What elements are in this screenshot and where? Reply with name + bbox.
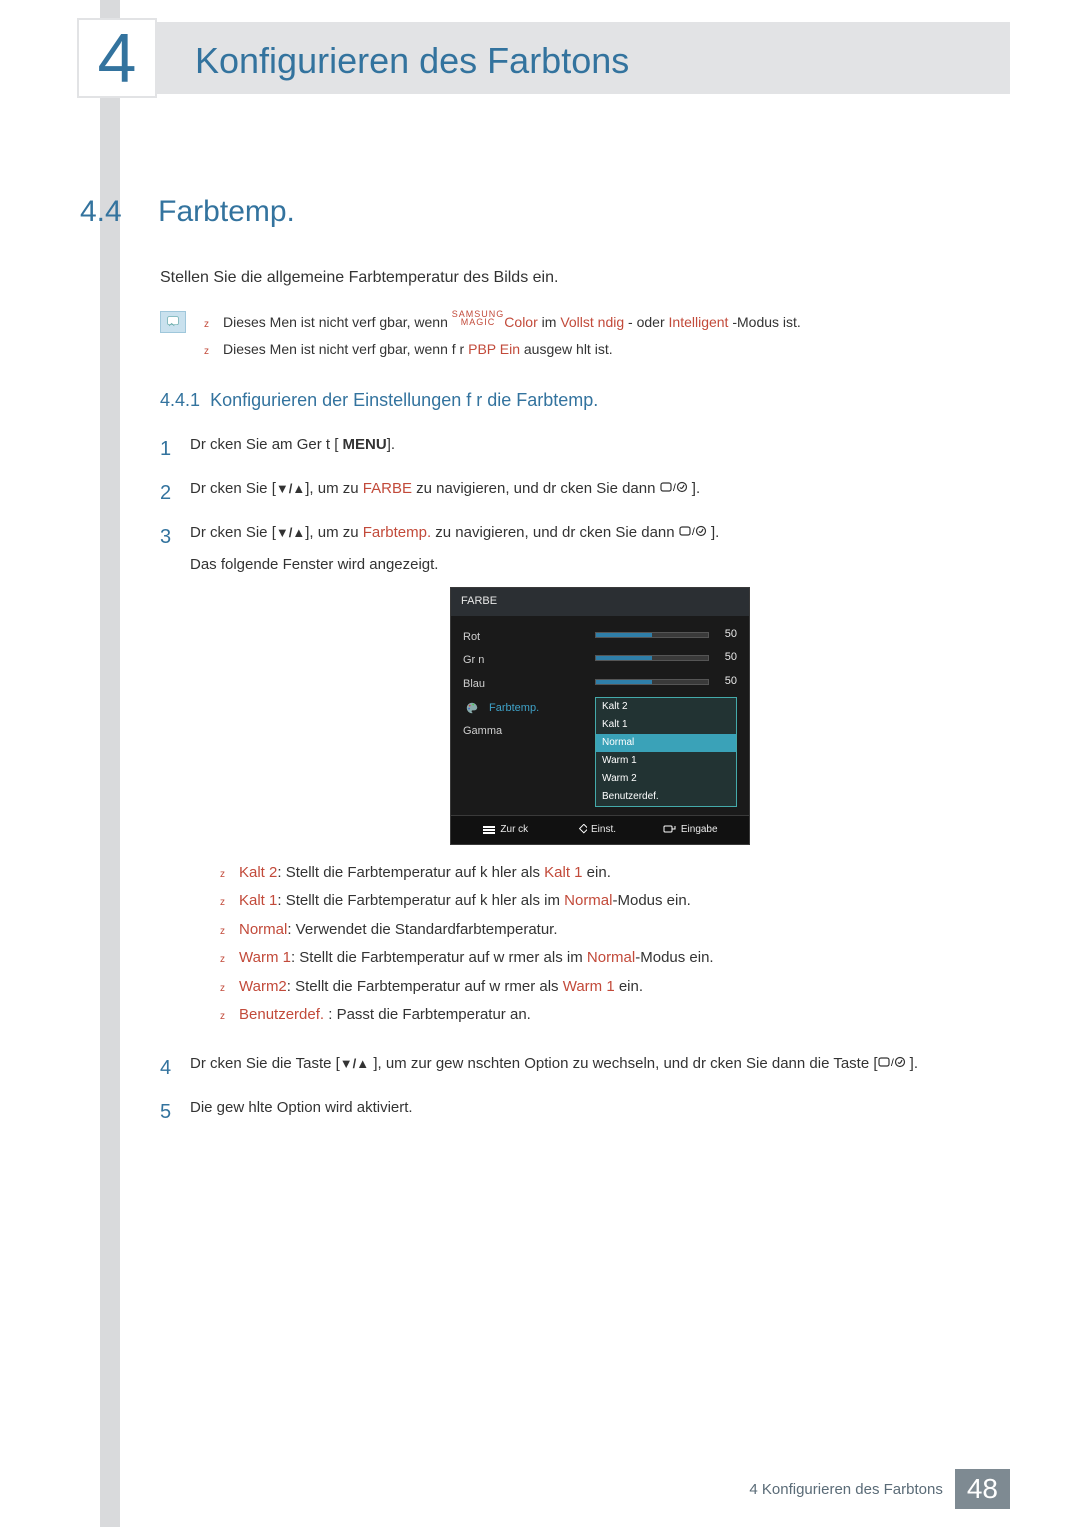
select-enter-icon: / — [878, 1055, 906, 1072]
step-1: 1 Dr cken Sie am Ger t [ MENU]. — [160, 433, 1010, 465]
chapter-number: 4 — [98, 18, 137, 98]
bullet-normal: zNormal: Verwendet die Standardfarbtempe… — [220, 916, 1010, 945]
footer-page-number: 48 — [955, 1469, 1010, 1509]
section-intro: Stellen Sie die allgemeine Farbtemperatu… — [160, 269, 1010, 287]
osd-item-grn: Gr n — [463, 649, 583, 673]
section-title: Farbtemp. — [158, 195, 295, 229]
down-up-icon: ▼/▲ — [276, 481, 305, 496]
step-3: 3 Dr cken Sie [▼/▲], um zu Farbtemp. zu … — [160, 521, 1010, 1039]
svg-text:/: / — [673, 483, 676, 494]
step-5: 5 Die gew hlte Option wird aktiviert. — [160, 1096, 1010, 1128]
osd-item-farbtemp: Farbtemp. — [463, 697, 583, 721]
samsung-magic-logo: SAMSUNGMAGIC — [452, 310, 505, 326]
bullet-warm2: zWarm2: Stellt die Farbtemperatur auf w … — [220, 973, 1010, 1002]
menu-bars-icon — [482, 825, 496, 835]
section-number: 4.4 — [80, 195, 122, 229]
osd-title: FARBE — [451, 588, 749, 616]
osd-item-rot: Rot — [463, 626, 583, 650]
osd-foot-enter: Eingabe — [663, 822, 718, 838]
bullet-warm1: zWarm 1: Stellt die Farbtemperatur auf w… — [220, 944, 1010, 973]
down-up-icon: ▼/▲ — [276, 525, 305, 540]
chapter-title: Konfigurieren des Farbtons — [195, 40, 629, 82]
osd-screenshot: FARBE Rot Gr n Blau Farbtemp. — [450, 587, 750, 844]
chapter-number-box: 4 — [77, 18, 157, 98]
osd-foot-adjust: Einst. — [575, 822, 616, 838]
step-2: 2 Dr cken Sie [▼/▲], um zu FARBE zu navi… — [160, 477, 1010, 509]
note-icon — [160, 311, 186, 333]
bullet-kalt1: zKalt 1: Stellt die Farbtemperatur auf k… — [220, 887, 1010, 916]
subsection-heading: 4.4.1 Konfigurieren der Einstellungen f … — [160, 390, 1010, 411]
note-block: z Dieses Men ist nicht verf gbar, wenn S… — [160, 309, 1010, 362]
bullet-benutzer: zBenutzerdef. : Passt die Farbtemperatur… — [220, 1001, 1010, 1030]
down-up-icon: ▼/▲ — [340, 1056, 369, 1071]
osd-foot-back: Zur ck — [482, 822, 528, 838]
select-enter-icon: / — [679, 524, 707, 541]
osd-slider-rot: 50 — [595, 626, 737, 644]
step-4: 4 Dr cken Sie die Taste [▼/▲ ], um zur g… — [160, 1052, 1010, 1084]
bullet-dot: z — [204, 342, 209, 361]
osd-item-blau: Blau — [463, 673, 583, 697]
bullet-kalt2: zKalt 2: Stellt die Farbtemperatur auf k… — [220, 859, 1010, 888]
diamond-icon — [575, 824, 587, 836]
svg-text:/: / — [891, 1058, 894, 1069]
menu-button-label: MENU — [343, 436, 387, 453]
bullet-dot: z — [204, 315, 209, 334]
osd-slider-blau: 50 — [595, 673, 737, 691]
page-footer: 4 Konfigurieren des Farbtons 48 — [749, 1469, 1010, 1509]
osd-slider-grn: 50 — [595, 649, 737, 667]
select-enter-icon: / — [660, 480, 688, 497]
footer-chapter-label: 4 Konfigurieren des Farbtons — [749, 1481, 942, 1498]
palette-icon — [463, 701, 481, 715]
enter-icon — [663, 824, 677, 836]
osd-item-gamma: Gamma — [463, 720, 583, 744]
osd-dropdown-farbtemp: Kalt 2 Kalt 1 Normal Warm 1 Warm 2 Benut… — [595, 697, 737, 807]
svg-text:/: / — [692, 527, 695, 538]
note-item-2: z Dieses Men ist nicht verf gbar, wenn f… — [204, 336, 801, 363]
note-item-1: z Dieses Men ist nicht verf gbar, wenn S… — [204, 309, 801, 336]
